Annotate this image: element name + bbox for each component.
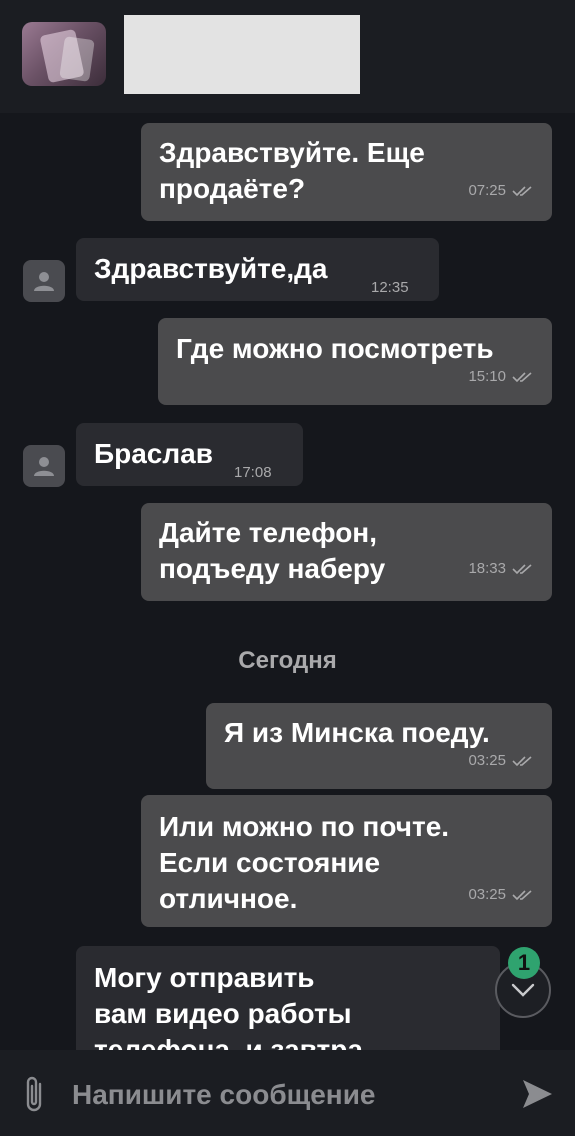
message-text-line: Я из Минска поеду. bbox=[224, 717, 490, 748]
message-time: 03:25 bbox=[468, 886, 506, 903]
chat-header bbox=[0, 0, 575, 113]
message-text-line: Здравствуйте,да bbox=[94, 253, 328, 284]
phone-image-back bbox=[59, 36, 95, 82]
message-time: 12:35 bbox=[371, 279, 409, 296]
double-check-icon bbox=[512, 185, 534, 197]
double-check-icon bbox=[512, 889, 534, 901]
double-check-icon bbox=[512, 755, 534, 767]
message-text-line: Где можно посмотреть bbox=[176, 333, 494, 364]
message-text-line: Дайте телефон, bbox=[159, 517, 377, 548]
message-time: 03:25 bbox=[468, 752, 506, 769]
chevron-down-icon bbox=[511, 983, 535, 997]
message-time: 17:08 bbox=[234, 464, 272, 481]
contact-name-redacted[interactable] bbox=[124, 15, 360, 94]
message-text-line: продаёте? bbox=[159, 173, 306, 204]
paperclip-icon[interactable] bbox=[20, 1074, 50, 1119]
message-input[interactable] bbox=[70, 1074, 494, 1116]
message-bubble-outgoing[interactable]: Или можно по почте. Если состояние отлич… bbox=[141, 795, 552, 927]
message-text-line: Если состояние bbox=[159, 847, 381, 878]
message-text-line: подъеду наберу bbox=[159, 553, 386, 584]
message-text-line: Или можно по почте. bbox=[159, 811, 450, 842]
message-time: 15:10 bbox=[468, 368, 506, 385]
send-icon[interactable] bbox=[520, 1077, 554, 1116]
double-check-icon bbox=[512, 563, 534, 575]
message-text-line: Браслав bbox=[94, 438, 213, 469]
message-text-line: телефона, и завтра bbox=[94, 1034, 363, 1050]
message-bubble-incoming[interactable]: Браслав 17:08 bbox=[76, 423, 303, 486]
message-bubble-outgoing[interactable]: Я из Минска поеду. 03:25 bbox=[206, 703, 552, 789]
double-check-icon bbox=[512, 371, 534, 383]
unread-count-badge: 1 bbox=[508, 947, 540, 979]
listing-thumbnail[interactable] bbox=[22, 22, 106, 86]
message-text-line: Здравствуйте. Еще bbox=[159, 137, 425, 168]
sender-avatar[interactable] bbox=[23, 260, 65, 302]
user-icon bbox=[34, 272, 54, 291]
message-text-line: Могу отправить bbox=[94, 962, 315, 993]
message-bubble-incoming[interactable]: Здравствуйте,да 12:35 bbox=[76, 238, 439, 301]
message-time: 07:25 bbox=[468, 182, 506, 199]
message-list[interactable]: Здравствуйте. Еще продаёте? 07:25 Здравс… bbox=[0, 113, 575, 1050]
message-text-line: отличное. bbox=[159, 883, 298, 914]
sender-avatar[interactable] bbox=[23, 445, 65, 487]
message-composer bbox=[0, 1050, 575, 1136]
message-bubble-outgoing[interactable]: Где можно посмотреть 15:10 bbox=[158, 318, 552, 405]
message-text-line: вам видео работы bbox=[94, 998, 352, 1029]
message-bubble-outgoing[interactable]: Здравствуйте. Еще продаёте? 07:25 bbox=[141, 123, 552, 221]
user-icon bbox=[34, 457, 54, 476]
message-time: 18:33 bbox=[468, 560, 506, 577]
message-bubble-outgoing[interactable]: Дайте телефон, подъеду наберу 18:33 bbox=[141, 503, 552, 601]
message-bubble-incoming[interactable]: Могу отправить вам видео работы телефона… bbox=[76, 946, 500, 1050]
date-separator: Сегодня bbox=[238, 647, 337, 674]
